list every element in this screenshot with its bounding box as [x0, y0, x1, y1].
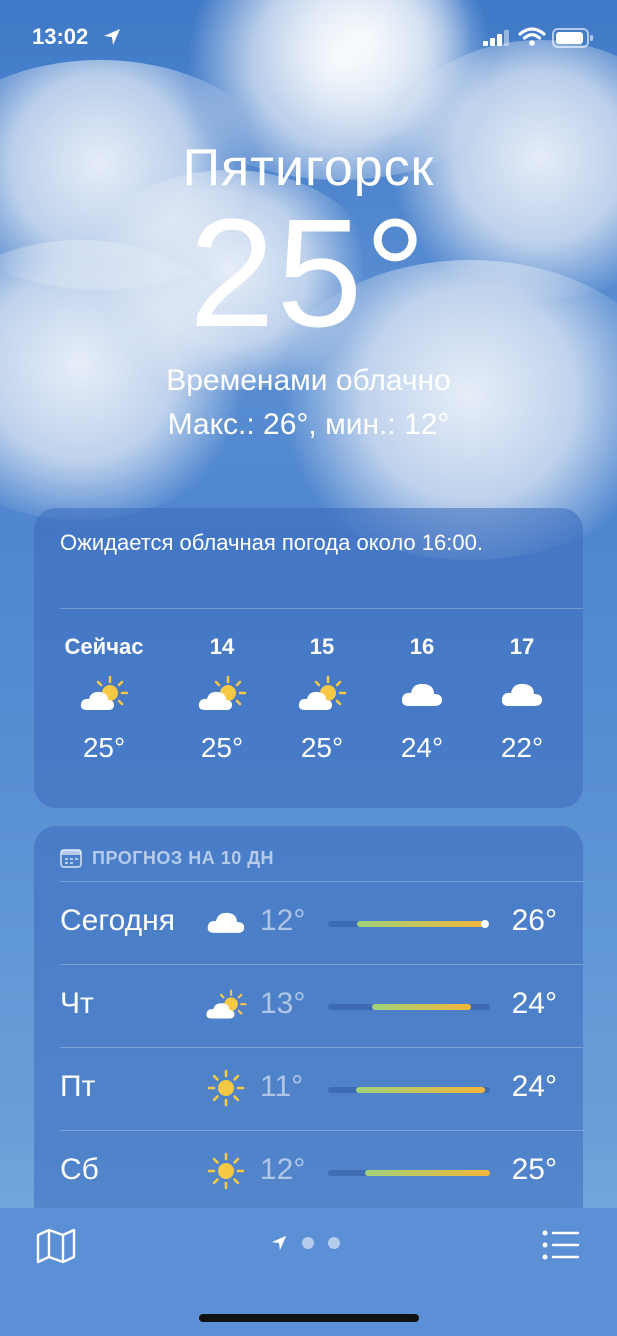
temperature-range-fill [371, 1004, 471, 1010]
clock: 13:02 [32, 24, 89, 49]
temperature-range-fill [365, 1170, 490, 1176]
hourly-list[interactable]: Сейчас 25° 14 25° 15 25° 16 24° 17 22° [34, 634, 583, 794]
forecast-summary: Ожидается облачная погода около 16:00. [60, 530, 483, 555]
divider [60, 608, 583, 609]
hour-temperature: 22° [500, 732, 544, 763]
page-dot [328, 1237, 340, 1249]
day-row[interactable]: Сегодня 12° 26° [34, 882, 583, 964]
current-temperature-dot [481, 920, 490, 928]
list-icon[interactable] [542, 1230, 580, 1260]
hourly-forecast-card[interactable]: Ожидается облачная погода около 16:00. С… [34, 508, 583, 808]
cloud-icon [372, 664, 472, 724]
low-temperature: 12° [260, 1153, 306, 1186]
hour-label: 16 [409, 634, 435, 659]
sun-icon [204, 1151, 248, 1191]
hour-item: 14 25° [172, 634, 272, 764]
temperature-range-fill [355, 1087, 486, 1093]
bottom-toolbar [0, 1208, 617, 1336]
partly-cloudy-icon [204, 985, 248, 1025]
partly-cloudy-icon [172, 664, 272, 724]
low-temperature: 12° [260, 904, 306, 937]
high-temperature: 26° [511, 904, 557, 937]
cloud-icon [472, 664, 572, 724]
day-label: Сб [60, 1153, 99, 1186]
hour-item: Сейчас 25° [54, 634, 154, 764]
calendar-icon [60, 849, 82, 868]
hour-item: 16 24° [372, 634, 472, 764]
status-bar: 13:02 [0, 0, 617, 76]
hour-item: 17 22° [472, 634, 572, 764]
hour-temperature: 25° [200, 732, 244, 763]
ten-day-header: ПРОГНОЗ НА 10 ДН [60, 846, 274, 870]
low-temperature: 11° [260, 1070, 304, 1103]
temperature-range-bar [328, 1087, 490, 1093]
partly-cloudy-icon [54, 664, 154, 724]
day-row[interactable]: Чт 13° 24° [34, 965, 583, 1047]
day-row[interactable]: Сб 12° 25° [34, 1131, 583, 1213]
day-label: Пт [60, 1070, 96, 1103]
current-temperature: 25° [189, 187, 428, 359]
home-indicator [199, 1314, 419, 1322]
wifi-icon [518, 27, 546, 46]
ten-day-title: ПРОГНОЗ НА 10 ДН [92, 847, 275, 868]
high-low-temperature: Макс.: 26°, мин.: 12° [167, 408, 450, 441]
high-temperature: 25° [511, 1153, 557, 1186]
hour-label: 17 [509, 634, 535, 659]
cellular-signal-icon [483, 30, 509, 46]
hour-temperature: 24° [400, 732, 444, 763]
page-dot [302, 1237, 314, 1249]
battery-icon [552, 28, 593, 48]
day-label: Сегодня [60, 904, 175, 937]
day-label: Чт [60, 987, 94, 1020]
hour-label: 14 [209, 634, 235, 659]
high-temperature: 24° [511, 987, 557, 1020]
hour-label: Сейчас [64, 634, 144, 659]
temperature-range-fill [357, 921, 486, 927]
hour-temperature: 25° [82, 732, 126, 763]
hour-temperature: 25° [300, 732, 344, 763]
location-arrow-icon [271, 1235, 287, 1251]
low-temperature: 13° [260, 987, 306, 1020]
location-arrow-icon [104, 29, 120, 45]
temperature-range-bar [328, 1004, 490, 1010]
ten-day-forecast-card[interactable]: ПРОГНОЗ НА 10 ДН Сегодня 12° 26° Чт 13° … [34, 826, 583, 1246]
partly-cloudy-icon [272, 664, 372, 724]
sun-icon [204, 1068, 248, 1108]
hour-label: 15 [309, 634, 335, 659]
cloud-icon [204, 902, 248, 942]
hour-item: 15 25° [272, 634, 372, 764]
weather-condition: Временами облачно [166, 364, 451, 397]
map-icon[interactable] [36, 1228, 76, 1264]
high-temperature: 24° [511, 1070, 557, 1103]
temperature-range-bar [328, 1170, 490, 1176]
page-indicator[interactable] [270, 1234, 340, 1252]
day-row[interactable]: Пт 11° 24° [34, 1048, 583, 1130]
temperature-range-bar [328, 920, 490, 928]
